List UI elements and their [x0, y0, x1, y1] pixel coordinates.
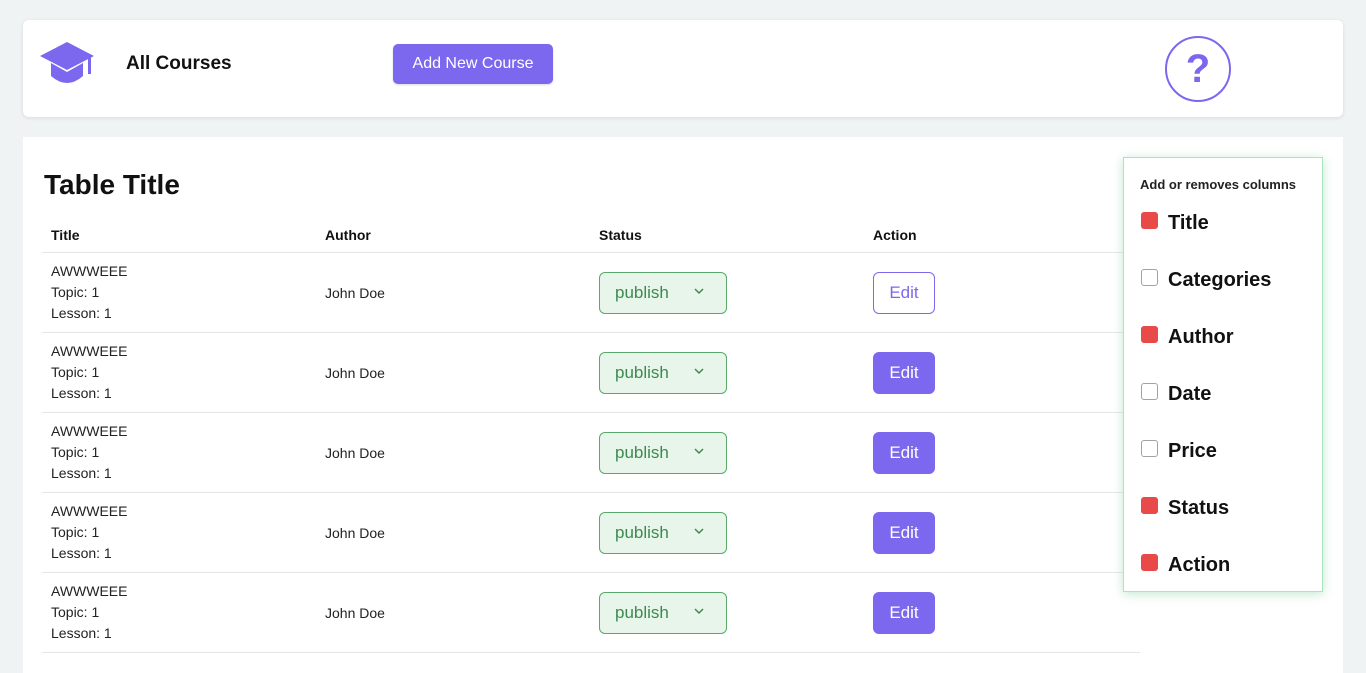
question-circle-icon: ?: [1185, 46, 1211, 91]
course-author: John Doe: [325, 524, 385, 541]
status-value: publish: [615, 362, 669, 382]
checkbox-unchecked[interactable]: [1141, 439, 1158, 457]
chevron-down-icon: [694, 367, 704, 374]
column-option-action[interactable]: Action: [1141, 553, 1230, 577]
course-topic: Topic: 1: [51, 284, 100, 300]
status-dropdown[interactable]: publish: [599, 351, 727, 394]
course-topic: Topic: 1: [51, 444, 100, 460]
checkbox-checked[interactable]: [1141, 211, 1158, 229]
course-title-cell: AWWWEEE Topic: 1 Lesson: 1: [42, 421, 316, 484]
column-picker-title: Add or removes columns: [1140, 177, 1297, 192]
course-lesson: Lesson: 1: [51, 545, 112, 561]
checkbox-checked[interactable]: [1141, 325, 1158, 343]
checkbox-unchecked[interactable]: [1141, 382, 1158, 400]
course-author: John Doe: [325, 364, 385, 381]
status-dropdown[interactable]: publish: [599, 271, 727, 314]
action-cell: Edit: [864, 271, 1140, 314]
course-title-cell: AWWWEEE Topic: 1 Lesson: 1: [42, 261, 316, 324]
action-cell: Edit: [864, 511, 1140, 554]
status-dropdown[interactable]: publish: [599, 511, 727, 554]
course-title-cell: AWWWEEE Topic: 1 Lesson: 1: [42, 581, 316, 644]
status-cell: publish: [590, 351, 864, 394]
status-dropdown[interactable]: publish: [599, 591, 727, 634]
status-value: publish: [615, 442, 669, 462]
edit-button[interactable]: Edit: [873, 591, 935, 634]
course-name: AWWWEEE: [51, 263, 128, 279]
column-option-status[interactable]: Status: [1141, 496, 1229, 520]
column-option-author[interactable]: Author: [1141, 325, 1234, 349]
column-option-categories[interactable]: Categories: [1141, 268, 1271, 292]
action-cell: Edit: [864, 431, 1140, 474]
table-row: AWWWEEE Topic: 1 Lesson: 1 John Doe publ…: [42, 493, 1140, 573]
column-option-price[interactable]: Price: [1141, 439, 1217, 463]
column-header-status: Status: [599, 226, 642, 243]
status-value: publish: [615, 522, 669, 542]
course-topic: Topic: 1: [51, 524, 100, 540]
edit-button[interactable]: Edit: [873, 271, 935, 314]
help-button[interactable]: ?: [1165, 36, 1231, 102]
course-lesson: Lesson: 1: [51, 305, 112, 321]
table-row: AWWWEEE Topic: 1 Lesson: 1 John Doe publ…: [42, 573, 1140, 653]
graduation-cap-icon: [40, 42, 94, 83]
column-header-author: Author: [325, 226, 371, 243]
course-name: AWWWEEE: [51, 343, 128, 359]
course-author: John Doe: [325, 444, 385, 461]
add-new-course-button[interactable]: Add New Course: [393, 44, 553, 84]
course-name: AWWWEEE: [51, 583, 128, 599]
column-option-title[interactable]: Title: [1141, 211, 1209, 235]
course-author: John Doe: [325, 604, 385, 621]
page-title: All Courses: [126, 53, 232, 74]
action-cell: Edit: [864, 351, 1140, 394]
chevron-down-icon: [694, 527, 704, 534]
table-header-row: Title Author Status Action: [42, 217, 1140, 253]
status-dropdown[interactable]: publish: [599, 431, 727, 474]
edit-button[interactable]: Edit: [873, 511, 935, 554]
course-topic: Topic: 1: [51, 604, 100, 620]
status-value: publish: [615, 602, 669, 622]
table-row: AWWWEEE Topic: 1 Lesson: 1 John Doe publ…: [42, 413, 1140, 493]
status-cell: publish: [590, 591, 864, 634]
chevron-down-icon: [694, 607, 704, 614]
checkbox-checked[interactable]: [1141, 553, 1158, 571]
status-cell: publish: [590, 431, 864, 474]
column-header-action: Action: [873, 226, 917, 243]
course-lesson: Lesson: 1: [51, 625, 112, 641]
edit-button[interactable]: Edit: [873, 431, 935, 474]
column-option-label: Categories: [1168, 268, 1272, 291]
column-option-label: Action: [1168, 553, 1231, 576]
column-option-label: Author: [1168, 325, 1234, 348]
column-option-date[interactable]: Date: [1141, 382, 1211, 406]
checkbox-checked[interactable]: [1141, 496, 1158, 514]
course-author: John Doe: [325, 284, 385, 301]
action-cell: Edit: [864, 591, 1140, 634]
course-topic: Topic: 1: [51, 364, 100, 380]
course-name: AWWWEEE: [51, 503, 128, 519]
column-picker-popup: Add or removes columns Title Categories …: [1123, 157, 1323, 592]
course-lesson: Lesson: 1: [51, 385, 112, 401]
column-header-title: Title: [51, 226, 80, 243]
column-option-label: Status: [1168, 496, 1230, 519]
chevron-down-icon: [694, 447, 704, 454]
column-option-label: Price: [1168, 439, 1217, 462]
course-title-cell: AWWWEEE Topic: 1 Lesson: 1: [42, 501, 316, 564]
table-row: AWWWEEE Topic: 1 Lesson: 1 John Doe publ…: [42, 253, 1140, 333]
table-row: AWWWEEE Topic: 1 Lesson: 1 John Doe publ…: [42, 333, 1140, 413]
course-name: AWWWEEE: [51, 423, 128, 439]
status-cell: publish: [590, 271, 864, 314]
column-option-label: Date: [1168, 382, 1212, 405]
top-header: All Courses Add New Course ?: [23, 20, 1343, 117]
column-option-label: Title: [1168, 211, 1209, 234]
edit-button[interactable]: Edit: [873, 351, 935, 394]
course-title-cell: AWWWEEE Topic: 1 Lesson: 1: [42, 341, 316, 404]
course-lesson: Lesson: 1: [51, 465, 112, 481]
status-cell: publish: [590, 511, 864, 554]
course-table: Title Author Status Action AWWWEEE Topic…: [42, 217, 1140, 653]
table-title: Table Title: [44, 169, 180, 200]
checkbox-unchecked[interactable]: [1141, 268, 1158, 286]
chevron-down-icon: [694, 287, 704, 294]
status-value: publish: [615, 282, 669, 302]
